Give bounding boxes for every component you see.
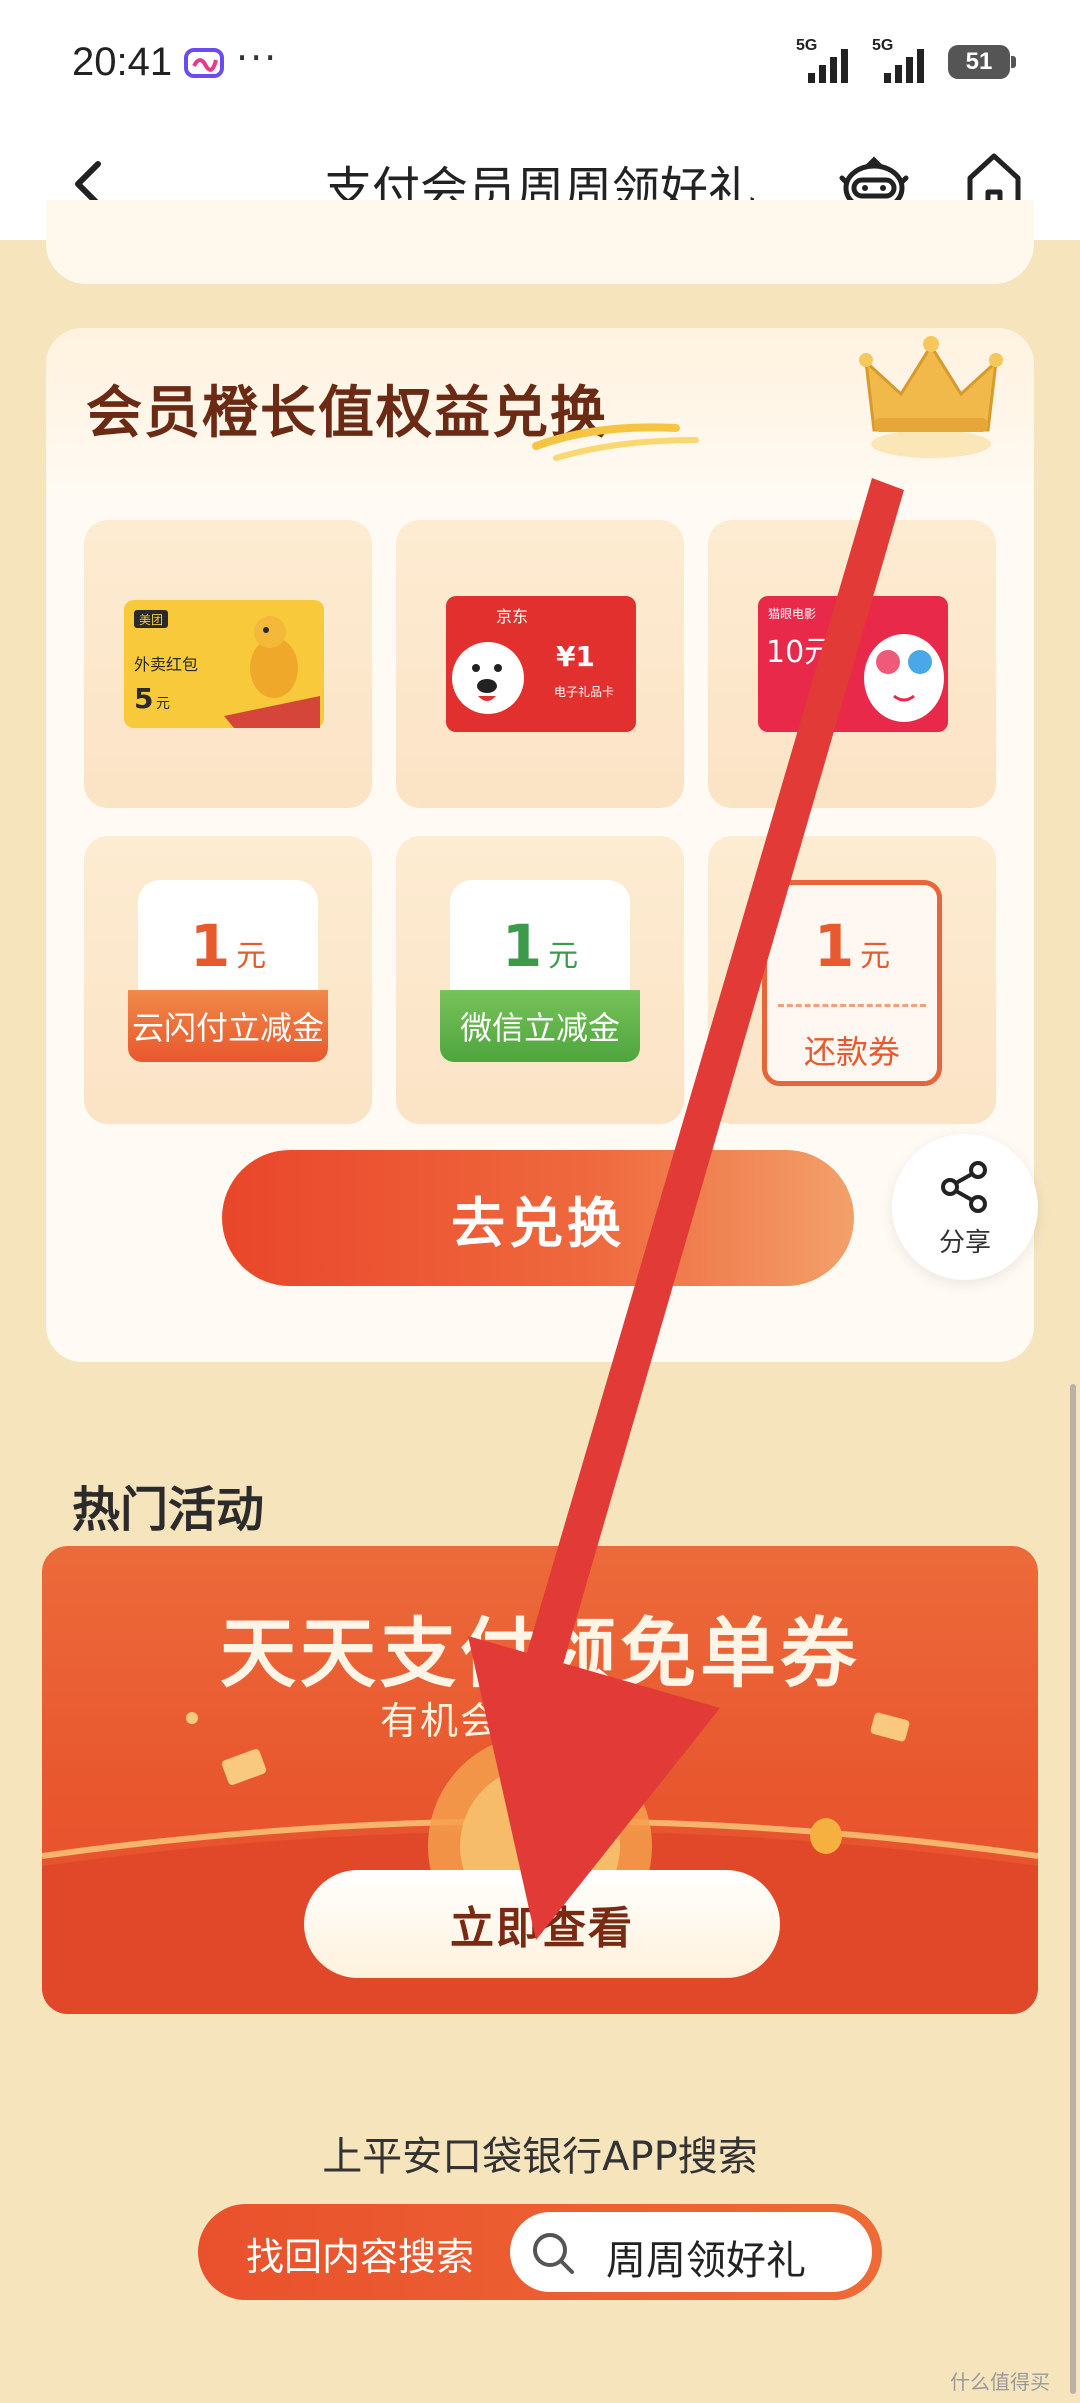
benefit-exchange-card: 会员橙长值权益兑换 美团 外卖红包 5 元 京东 ¥1 电子礼品卡 猫眼电影 1… [46, 328, 1034, 1362]
battery-icon: 51 [948, 45, 1016, 79]
free-order-coupon-banner[interactable]: 天天支付领免单券 有机会享…元免单 立即查看 [42, 1546, 1038, 2014]
status-bar: 20:41 ··· 5G 5G 51 [0, 0, 1080, 128]
find-content-search-bar[interactable]: 找回内容搜索 周周领好礼 [198, 2204, 882, 2300]
search-bar-label: 找回内容搜索 [246, 2235, 475, 2279]
view-now-button[interactable]: 立即查看 [304, 1870, 780, 1978]
svg-text:京东: 京东 [496, 607, 528, 626]
status-time: 20:41 [72, 40, 173, 84]
svg-text:猫眼电影: 猫眼电影 [768, 607, 816, 621]
wechat-discount-coupon: 1元 微信立减金 [440, 880, 640, 1090]
watermark-text: 什么值得买 [950, 2370, 1050, 2394]
search-keyword: 周周领好礼 [606, 2238, 806, 2284]
svg-text:元: 元 [156, 696, 170, 712]
product-tile-meituan[interactable]: 美团 外卖红包 5 元 [84, 520, 372, 808]
repayment-coupon: 1元 还款券 [752, 880, 952, 1090]
coupon-tile-unionpay[interactable]: 1元 云闪付立减金 [84, 836, 372, 1124]
scrollbar[interactable] [1070, 1384, 1076, 2394]
share-button[interactable]: 分享 [892, 1134, 1038, 1280]
coupon-name: 还款券 [803, 1033, 900, 1071]
coupon-tile-repayment[interactable]: 1元 还款券 [708, 836, 996, 1124]
svg-text:电子礼品卡: 电子礼品卡 [554, 684, 614, 699]
banner-subtitle: 有机会享…元免单 [379, 1699, 700, 1743]
svg-text:¥1: ¥1 [556, 640, 595, 673]
hot-activities-heading: 热门活动 [72, 1482, 265, 1538]
search-icon [533, 2233, 574, 2274]
coupon-unit: 元 [548, 939, 579, 974]
unionpay-discount-coupon: 1元 云闪付立减金 [128, 880, 328, 1090]
crown-icon [859, 336, 1003, 458]
meituan-voucher-image: 美团 外卖红包 5 元 [124, 600, 324, 728]
svg-text:美团: 美团 [139, 613, 163, 627]
svg-text:外卖红包: 外卖红包 [134, 655, 198, 674]
svg-text:5: 5 [134, 682, 153, 715]
coupon-unit: 元 [860, 939, 891, 974]
signal-icon: 5G [796, 37, 858, 83]
title-swoosh-decoration [532, 423, 699, 461]
share-icon [941, 1161, 987, 1213]
previous-section-card [46, 200, 1034, 284]
product-tile-jd[interactable]: 京东 ¥1 电子礼品卡 [396, 520, 684, 808]
more-notifications-icon: ··· [236, 36, 279, 80]
search-keyword-field[interactable]: 周周领好礼 [510, 2212, 872, 2292]
coupon-amount: 1 [813, 912, 855, 980]
redeem-button[interactable]: 去兑换 [222, 1150, 854, 1286]
maoyan-movie-voucher-image: 猫眼电影 10元 [758, 596, 948, 732]
search-hint-text: 上平安口袋银行APP搜索 [322, 2134, 758, 2180]
banner-title: 天天支付领免单券 [220, 1609, 860, 1698]
jd-gift-card-image: 京东 ¥1 电子礼品卡 [446, 596, 636, 732]
share-label: 分享 [938, 1228, 991, 1258]
coupon-name: 云闪付立减金 [128, 990, 328, 1062]
status-indicators: 5G 5G 51 [796, 37, 1016, 84]
coupon-tile-wechat[interactable]: 1元 微信立减金 [396, 836, 684, 1124]
coupon-name: 微信立减金 [440, 990, 640, 1062]
signal-icon: 5G [872, 37, 934, 83]
svg-text:10元: 10元 [766, 635, 834, 670]
coupon-unit: 元 [236, 939, 267, 974]
app-notification-icon [184, 48, 224, 78]
product-tile-maoyan[interactable]: 猫眼电影 10元 [708, 520, 996, 808]
coupon-amount: 1 [501, 912, 543, 980]
coupon-amount: 1 [189, 912, 231, 980]
